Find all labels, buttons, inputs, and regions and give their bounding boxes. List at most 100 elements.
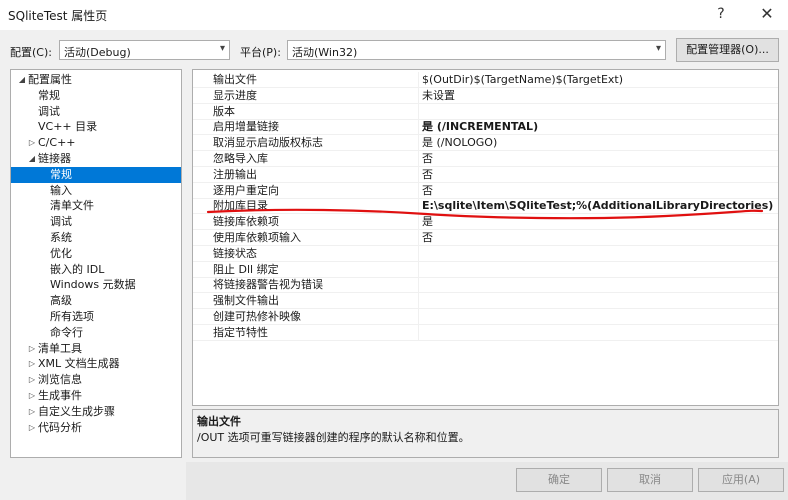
property-row[interactable]: 阻止 Dll 绑定 [193,261,778,278]
property-name: 将链接器警告视为错误 [193,277,419,294]
property-row[interactable]: 版本 [193,103,778,120]
expand-arrow-icon[interactable]: ▷ [27,388,37,404]
tree-item[interactable]: ▷ 代码分析 [11,420,181,436]
tree-item[interactable]: ▷ 浏览信息 [11,372,181,388]
config-combo[interactable]: 活动(Debug) ▾ [59,40,230,60]
chevron-down-icon: ▾ [219,43,225,54]
tree-item-label: XML 文档生成器 [38,357,120,371]
cancel-button[interactable]: 取消 [607,468,693,492]
chevron-down-icon: ▾ [655,43,661,54]
property-name: 强制文件输出 [193,293,419,310]
config-value: 活动(Debug) [64,46,131,59]
property-row[interactable]: 使用库依赖项输入否 [193,230,778,246]
tree-item[interactable]: VC++ 目录 [11,119,181,135]
close-button[interactable]: ✕ [752,3,782,25]
property-value[interactable] [422,325,776,341]
tree-item[interactable]: 常规 [11,88,181,104]
expand-arrow-icon[interactable]: ▷ [27,372,37,388]
tree-item[interactable]: ▷ C/C++ [11,135,181,151]
tree-item-label: 自定义生成步骤 [38,404,115,418]
tree-item[interactable]: 高级 [11,293,181,309]
apply-button[interactable]: 应用(A) [698,468,784,492]
property-value[interactable]: 否 [422,167,776,183]
property-name: 链接状态 [193,245,419,262]
tree-item[interactable]: 清单文件 [11,198,181,214]
property-row[interactable]: 逐用户重定向否 [193,182,778,199]
tree-item[interactable]: 系统 [11,230,181,246]
description-panel: 输出文件 /OUT 选项可重写链接器创建的程序的默认名称和位置。 [192,409,779,458]
tree-item-label: 命令行 [50,325,83,339]
tree-item-label: 常规 [50,167,72,181]
property-name: 输出文件 [193,72,419,88]
tree-item[interactable]: ▷ XML 文档生成器 [11,356,181,372]
tree-item-label: 常规 [38,88,60,102]
property-value[interactable]: 否 [422,230,776,246]
tree-item[interactable]: ▷ 清单工具 [11,341,181,357]
tree-item-label: Windows 元数据 [50,278,136,292]
expand-arrow-icon[interactable]: ▷ [27,356,37,372]
property-grid: 输出文件 $(OutDir)$(TargetName)$(TargetExt) 显示… [192,69,779,406]
property-row[interactable]: 链接状态 [193,245,778,262]
title-bar: SQliteTest 属性页 ? ✕ [0,0,788,30]
expand-arrow-icon[interactable]: ▷ [27,341,37,357]
property-value[interactable] [422,246,776,262]
tree-item[interactable]: 命令行 [11,325,181,341]
property-row[interactable]: 指定节特性 [193,324,778,341]
property-row[interactable]: 显示进度 未设置 [193,87,778,104]
tree-item-label: 嵌入的 IDL [50,262,105,276]
tree-item-label: 所有选项 [50,310,94,323]
tree-item[interactable]: 调试 [11,104,181,120]
tree-item-label: 高级 [50,294,72,308]
property-name: 创建可热修补映像 [193,309,419,325]
property-row[interactable]: 取消显示启动版权标志是 (/NOLOGO) [193,135,778,152]
ok-button[interactable]: 确定 [516,468,602,492]
property-tree: ◢ 配置属性 常规 调试 VC++ 目录 ▷ C/C++ ◢ 链接器 常规 输入 清单文件 调试 系统 优化… [10,69,182,458]
property-value[interactable] [422,277,776,293]
tree-item-label: 清单工具 [38,341,82,355]
platform-combo[interactable]: 活动(Win32) ▾ [287,40,666,60]
property-value[interactable]: 否 [422,151,776,167]
tree-item[interactable]: ◢ 配置属性 [11,72,181,88]
expand-arrow-icon[interactable]: ▷ [27,404,37,420]
property-value[interactable] [422,293,776,309]
tree-item[interactable]: 嵌入的 IDL [11,262,181,278]
config-label: 配置(C): [10,46,52,59]
property-row[interactable]: 忽略导入库否 [193,151,778,167]
property-value[interactable]: 是 (/NOLOGO) [422,135,776,151]
property-value[interactable]: 未设置 [422,88,776,104]
property-row[interactable]: 强制文件输出 [193,293,778,310]
tree-item[interactable]: 所有选项 [11,309,181,325]
tree-item[interactable]: Windows 元数据 [11,277,181,293]
property-value[interactable]: 否 [422,183,776,199]
property-value[interactable] [422,309,776,325]
help-button[interactable]: ? [706,3,736,25]
tree-item[interactable]: ▷ 自定义生成步骤 [11,404,181,420]
property-value[interactable]: $(OutDir)$(TargetName)$(TargetExt) [422,72,776,88]
description-text: /OUT 选项可重写链接器创建的程序的默认名称和位置。 [197,431,470,444]
tree-item-label: 系统 [50,231,72,244]
property-value[interactable] [422,262,776,278]
config-manager-button[interactable]: 配置管理器(O)... [676,38,779,62]
expand-arrow-icon[interactable]: ▷ [27,420,37,436]
expand-arrow-icon[interactable]: ▷ [27,135,37,151]
tree-item[interactable]: 优化 [11,246,181,262]
tree-item[interactable]: 调试 [11,214,181,230]
property-row[interactable]: 启用增量链接是 (/INCREMENTAL) [193,119,778,136]
property-row[interactable]: 输出文件 $(OutDir)$(TargetName)$(TargetExt) [193,72,778,88]
tree-item[interactable]: 输入 [11,183,181,199]
property-name: 忽略导入库 [193,151,419,167]
property-value[interactable]: 是 (/INCREMENTAL) [422,119,776,135]
tree-item[interactable]: ▷ 生成事件 [11,388,181,404]
tree-item-label: 代码分析 [38,420,82,434]
tree-item[interactable]: 常规 [11,166,181,183]
property-name: 取消显示启动版权标志 [193,135,419,152]
property-row[interactable]: 将链接器警告视为错误 [193,277,778,294]
property-value[interactable] [422,104,776,120]
property-name: 启用增量链接 [193,119,419,136]
property-row[interactable]: 创建可热修补映像 [193,309,778,325]
property-row[interactable]: 注册输出否 [193,166,778,183]
collapse-arrow-icon[interactable]: ◢ [27,151,37,167]
collapse-arrow-icon[interactable]: ◢ [17,72,27,88]
platform-value: 活动(Win32) [292,46,358,59]
tree-item[interactable]: ◢ 链接器 [11,151,181,167]
